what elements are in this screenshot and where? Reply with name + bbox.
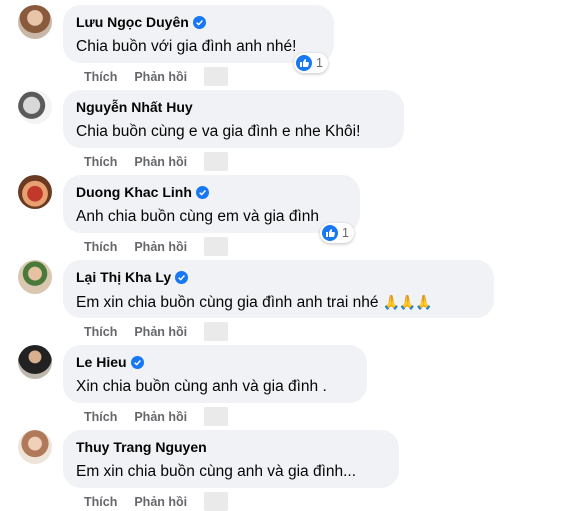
reply-button[interactable]: Phản hồi [134,240,187,254]
timestamp-blurred [204,152,229,171]
comment-bubble: Thuy Trang Nguyen Em xin chia buồn cùng … [63,430,399,488]
like-button[interactable]: Thích [84,410,117,424]
comment-bubble: Nguyễn Nhất Huy Chia buồn cùng e va gia … [63,90,404,148]
comment-actions: Thích Phản hồi [84,322,229,341]
reaction-summary[interactable]: 1 [294,53,328,73]
reaction-summary[interactable]: 1 [320,223,354,243]
praying-hands-emoji: 🙏🙏🙏 [382,294,432,310]
verified-badge-icon [192,15,206,29]
comment-actions: Thích Phản hồi [84,152,229,171]
like-button[interactable]: Thích [84,325,117,339]
reply-button[interactable]: Phản hồi [134,70,187,84]
timestamp-blurred [204,237,229,256]
comment-text: Anh chia buồn cùng em và gia đình [76,208,320,225]
comment-actions: Thích Phản hồi [84,67,229,86]
comment-actions: Thích Phản hồi [84,492,229,511]
comment-bubble: Duong Khac Linh Anh chia buồn cùng em và… [63,175,360,233]
commenter-name[interactable]: Le Hieu [76,352,127,372]
comment-text: Chia buồn cùng e va gia đình e nhe Khôi! [76,123,361,140]
comment-actions: Thích Phản hồi [84,407,229,426]
verified-badge-icon [130,355,144,369]
comment-actions: Thích Phản hồi [84,237,229,256]
reply-button[interactable]: Phản hồi [134,495,187,509]
timestamp-blurred [204,407,229,426]
reply-button[interactable]: Phản hồi [134,325,187,339]
comment-text: Chia buồn với gia đình anh nhé! [76,38,297,55]
timestamp-blurred [204,492,229,511]
timestamp-blurred [204,67,229,86]
commenter-name[interactable]: Duong Khac Linh [76,182,192,202]
avatar[interactable] [18,260,52,294]
comment-text: Em xin chia buồn cùng anh và gia đình... [76,463,357,480]
comment-bubble: Lại Thị Kha Ly Em xin chia buồn cùng gia… [63,260,494,318]
reply-button[interactable]: Phản hồi [134,155,187,169]
reaction-count: 1 [316,56,323,70]
like-reaction-icon [322,225,338,241]
verified-badge-icon [195,185,209,199]
comment-bubble: Le Hieu Xin chia buồn cùng anh và gia đì… [63,345,367,403]
commenter-name[interactable]: Lại Thị Kha Ly [76,267,171,287]
avatar[interactable] [18,430,52,464]
commenter-name[interactable]: Thuy Trang Nguyen [76,437,207,457]
timestamp-blurred [204,322,229,341]
avatar[interactable] [18,175,52,209]
reply-button[interactable]: Phản hồi [134,410,187,424]
commenter-name[interactable]: Lưu Ngọc Duyên [76,12,189,32]
avatar[interactable] [18,5,52,39]
comment-bubble: Lưu Ngọc Duyên Chia buồn với gia đình an… [63,5,334,63]
like-button[interactable]: Thích [84,155,117,169]
avatar[interactable] [18,345,52,379]
like-reaction-icon [296,55,312,71]
like-button[interactable]: Thích [84,70,117,84]
like-button[interactable]: Thích [84,495,117,509]
comment-text: Em xin chia buồn cùng gia đình anh trai … [76,290,481,315]
commenter-name[interactable]: Nguyễn Nhất Huy [76,97,193,117]
verified-badge-icon [175,270,189,284]
avatar[interactable] [18,90,52,124]
like-button[interactable]: Thích [84,240,117,254]
comment-text-body: Em xin chia buồn cùng gia đình anh trai … [76,294,379,311]
reaction-count: 1 [342,226,349,240]
comment-text: Xin chia buồn cùng anh và gia đình . [76,378,327,395]
